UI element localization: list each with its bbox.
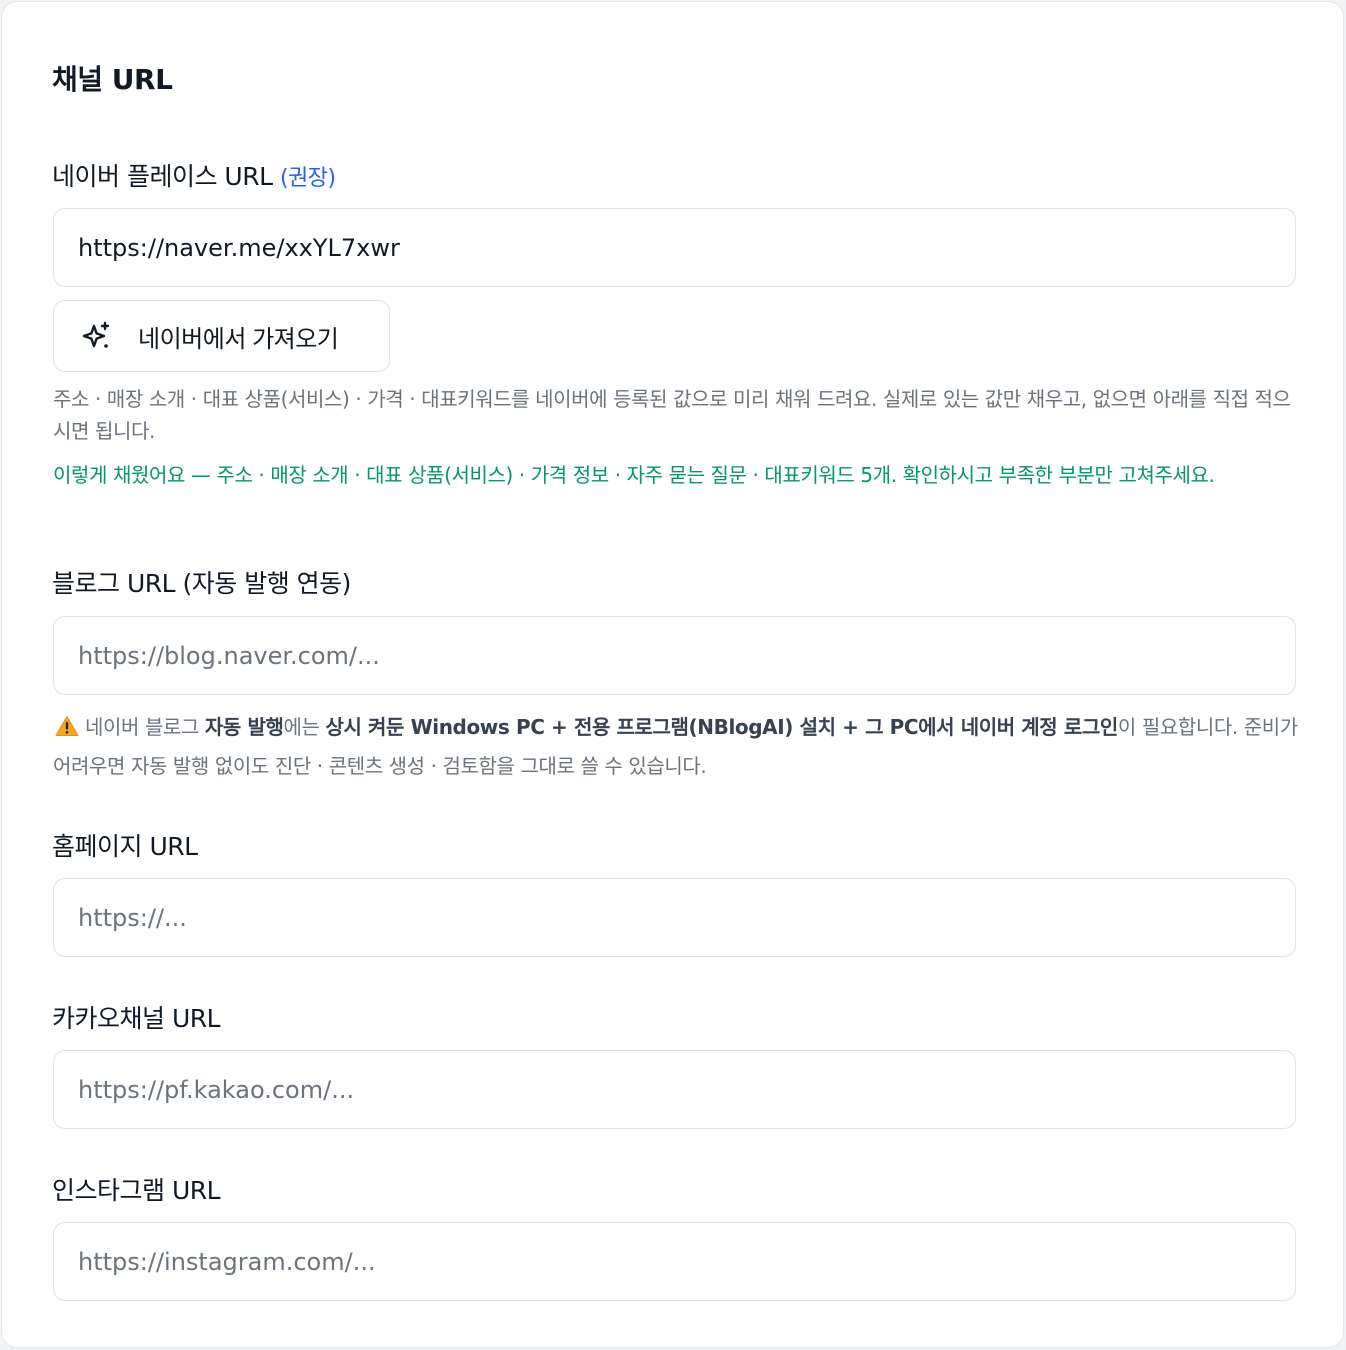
- warning-bold-2: 상시 켜둔 Windows PC + 전용 프로그램(NBlogAI) 설치 +…: [325, 715, 1118, 739]
- instagram-url-label: 인스타그램 URL: [52, 1176, 221, 1205]
- naver-place-label: 네이버 플레이스 URL (권장): [52, 157, 336, 193]
- blog-auto-publish-warning: 네이버 블로그 자동 발행에는 상시 켜둔 Windows PC + 전용 프로…: [53, 708, 1298, 786]
- instagram-url-input[interactable]: [53, 1222, 1296, 1301]
- warning-bold-1: 자동 발행: [204, 715, 284, 739]
- warning-text-2: 에는: [283, 715, 326, 739]
- fetch-from-naver-button[interactable]: 네이버에서 가져오기: [53, 300, 390, 372]
- naver-place-url-input[interactable]: [53, 208, 1296, 287]
- blog-url-label: 블로그 URL (자동 발행 연동): [52, 569, 351, 598]
- blog-url-input[interactable]: [53, 616, 1296, 695]
- kakao-channel-url-input[interactable]: [53, 1050, 1296, 1129]
- fetch-button-label: 네이버에서 가져오기: [138, 325, 339, 353]
- channel-url-card: 채널 URL 네이버 플레이스 URL (권장) 네이버에서 가져오기 주소 ·…: [1, 1, 1344, 1348]
- warning-icon: [55, 716, 79, 736]
- homepage-url-input[interactable]: [53, 878, 1296, 957]
- homepage-url-label: 홈페이지 URL: [52, 832, 198, 861]
- kakao-channel-url-label: 카카오채널 URL: [52, 1004, 221, 1033]
- fetch-success-message: 이렇게 채웠어요 — 주소 · 매장 소개 · 대표 상품(서비스) · 가격 …: [53, 463, 1215, 487]
- naver-place-help-text: 주소 · 매장 소개 · 대표 상품(서비스) · 가격 · 대표키워드를 네이…: [53, 387, 1291, 443]
- section-title: 채널 URL: [52, 63, 173, 96]
- sparkles-icon: [82, 321, 110, 348]
- naver-place-label-text: 네이버 플레이스 URL: [52, 162, 273, 191]
- warning-text-1: 네이버 블로그: [85, 715, 205, 739]
- recommended-tag: (권장): [279, 166, 336, 191]
